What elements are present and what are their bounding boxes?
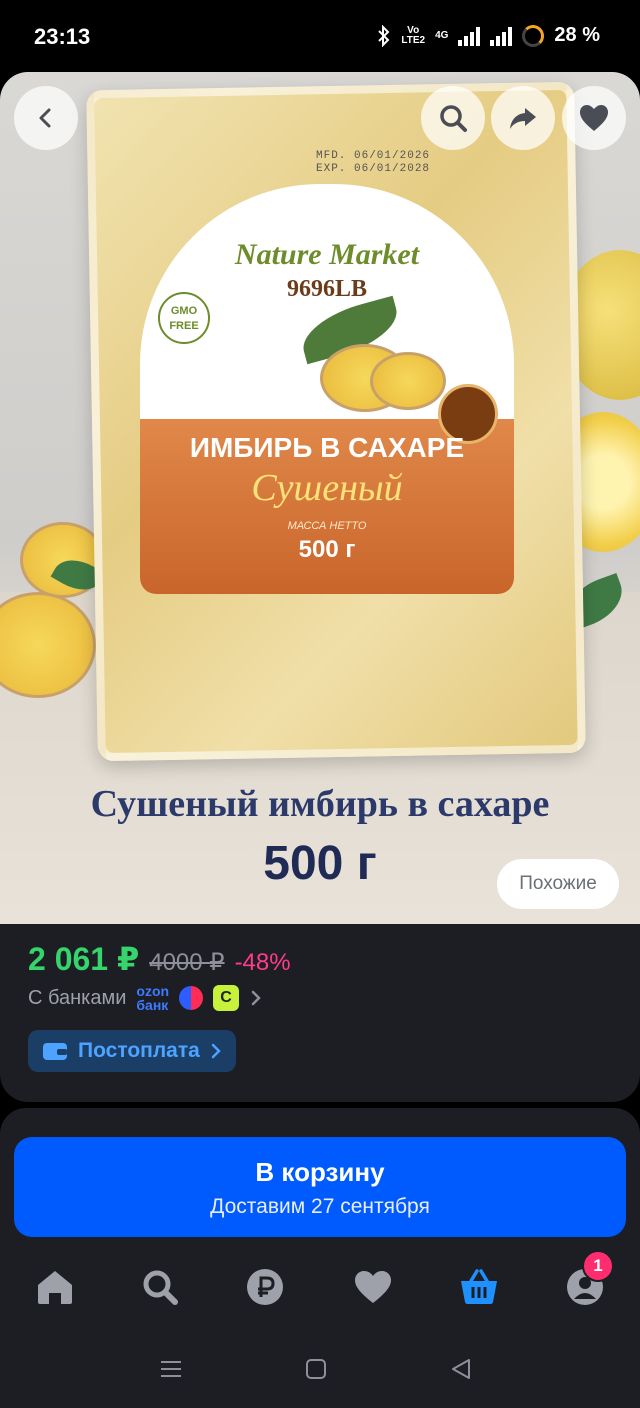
search-icon bbox=[143, 1270, 178, 1305]
system-navigation bbox=[0, 1338, 640, 1398]
nav-finance[interactable] bbox=[240, 1262, 290, 1312]
back-button[interactable] bbox=[14, 86, 78, 150]
net-mass-label: МАССА НЕТТО bbox=[287, 520, 367, 532]
home-button[interactable] bbox=[301, 1354, 331, 1384]
mfd-date: MFD. 06/01/2026 EXP. 06/01/2028 bbox=[316, 150, 431, 175]
bluetooth-icon bbox=[378, 24, 390, 47]
status-time: 23:13 bbox=[34, 24, 91, 49]
profile-badge: 1 bbox=[582, 1250, 614, 1282]
battery-percent: 28 % bbox=[554, 24, 600, 46]
menu-icon bbox=[161, 1361, 181, 1377]
brand-name: Nature Market bbox=[234, 238, 420, 271]
chevron-left-icon bbox=[39, 108, 51, 128]
bank-offers-label: С банками bbox=[28, 986, 127, 1009]
package-label: Nature Market 9696LB GMO FREE ИМБИРЬ В С… bbox=[140, 184, 514, 594]
search-icon bbox=[440, 105, 467, 132]
add-to-cart-button[interactable]: В корзину Доставим 27 сентября bbox=[14, 1137, 626, 1237]
price-row: 2 061 ₽ 4000 ₽ -48% bbox=[28, 940, 291, 978]
nav-search[interactable] bbox=[135, 1262, 185, 1312]
bank-logo-2-icon: C bbox=[213, 985, 240, 1011]
signal-icon bbox=[458, 26, 481, 46]
add-to-cart-label: В корзину bbox=[255, 1157, 385, 1187]
volte-indicator: Vo LTE2 bbox=[401, 24, 426, 46]
heart-icon bbox=[355, 1271, 391, 1303]
bottom-navigation: 1 bbox=[0, 1250, 640, 1312]
square-icon bbox=[306, 1359, 326, 1379]
net-weight: 500 г bbox=[298, 536, 356, 563]
home-icon bbox=[38, 1271, 72, 1304]
discount-badge: -48% bbox=[234, 949, 291, 976]
postpay-button[interactable]: Постоплата bbox=[28, 1030, 236, 1072]
nav-home[interactable] bbox=[30, 1262, 80, 1312]
status-bar: 23:13 Vo LTE2 4G 28 % bbox=[0, 0, 640, 72]
heart-icon bbox=[580, 105, 608, 131]
old-price: 4000 ₽ bbox=[149, 949, 225, 976]
nav-cart[interactable] bbox=[454, 1262, 504, 1312]
back-nav-button[interactable] bbox=[446, 1354, 476, 1384]
share-button[interactable] bbox=[491, 86, 555, 150]
postpay-label: Постоплата bbox=[78, 1039, 200, 1062]
ozon-bank-logo: ozon банк bbox=[136, 983, 170, 1013]
bank-logo-icon bbox=[179, 986, 204, 1010]
network-4g-indicator: 4G bbox=[435, 29, 449, 41]
chevron-right-icon bbox=[251, 990, 261, 1006]
battery-icon bbox=[522, 24, 545, 47]
favorite-button[interactable] bbox=[562, 86, 626, 150]
search-button[interactable] bbox=[421, 86, 485, 150]
similar-button[interactable]: Похожие bbox=[497, 859, 619, 909]
triangle-back-icon bbox=[452, 1359, 470, 1379]
package-product-name: ИМБИРЬ В САХАРЕ bbox=[189, 432, 465, 463]
nav-profile[interactable]: 1 bbox=[560, 1250, 614, 1312]
recent-apps-button[interactable] bbox=[156, 1354, 186, 1384]
chevron-right-icon bbox=[211, 1043, 221, 1059]
image-caption: Сушеный имбирь в сахаре bbox=[90, 783, 550, 825]
share-icon bbox=[510, 108, 536, 129]
nav-favorites[interactable] bbox=[348, 1262, 398, 1312]
product-image[interactable]: MFD. 06/01/2026 EXP. 06/01/2028 Nature Ma… bbox=[0, 72, 640, 924]
status-icons: Vo LTE2 4G 28 % bbox=[377, 24, 600, 47]
bank-offers-row[interactable]: С банками ozon банк C bbox=[28, 984, 263, 1012]
delivery-date: Доставим 27 сентября bbox=[210, 1195, 430, 1218]
gmo-free-badge: GMO FREE bbox=[158, 292, 210, 344]
ruble-icon bbox=[247, 1269, 283, 1305]
ginger-slice-image bbox=[370, 352, 446, 410]
wallet-icon bbox=[43, 1043, 67, 1060]
package-product-sub: Сушеный bbox=[251, 467, 403, 509]
product-card: MFD. 06/01/2026 EXP. 06/01/2028 Nature Ma… bbox=[0, 72, 640, 1102]
price: 2 061 ₽ bbox=[28, 941, 140, 977]
basket-icon bbox=[461, 1269, 497, 1304]
signal-icon-2 bbox=[490, 26, 513, 46]
